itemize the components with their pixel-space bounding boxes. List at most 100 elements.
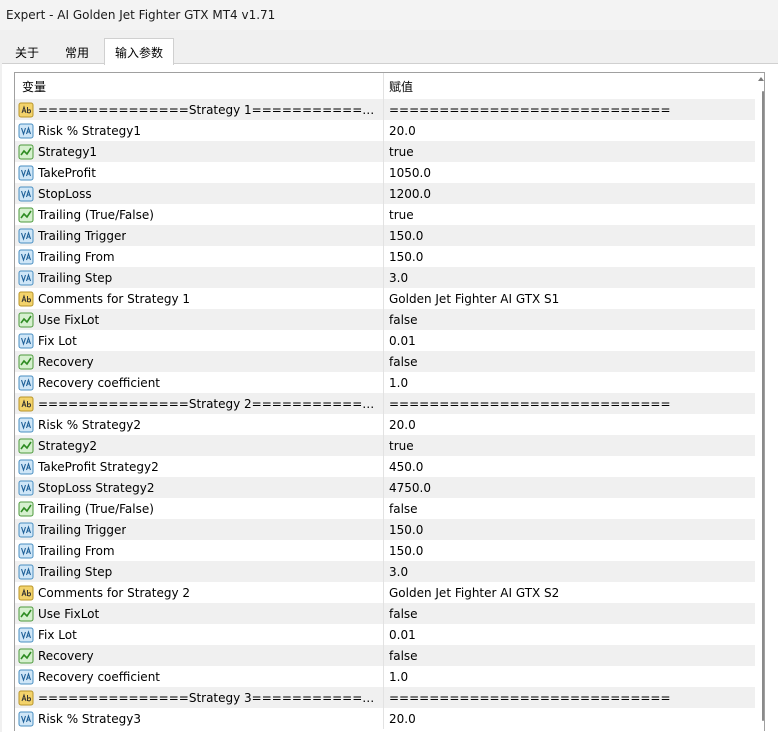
numeric-param-icon [18, 249, 34, 265]
table-row[interactable]: Recovery coefficient 1.0 [15, 372, 755, 393]
value-cell[interactable]: Golden Jet Fighter AI GTX S2 [384, 582, 755, 603]
value-cell[interactable]: false [384, 645, 755, 666]
value-cell[interactable]: 20.0 [384, 708, 755, 729]
value-cell[interactable]: 3.0 [384, 267, 755, 288]
variable-cell: Recovery coefficient [15, 372, 384, 393]
variable-cell: ===============Strategy 3===============… [15, 687, 384, 708]
table-row[interactable]: Trailing From 150.0 [15, 246, 755, 267]
table-row[interactable]: ===============Strategy 3===============… [15, 687, 755, 708]
variable-name: Strategy1 [38, 144, 98, 159]
table-row[interactable]: Use FixLot false [15, 603, 755, 624]
boolean-param-icon [18, 648, 34, 664]
variable-cell: Strategy1 [15, 141, 384, 162]
numeric-param-icon [18, 228, 34, 244]
variable-cell: TakeProfit [15, 162, 384, 183]
variable-cell: Use FixLot [15, 603, 384, 624]
value-cell[interactable]: 150.0 [384, 246, 755, 267]
table-row[interactable]: TakeProfit 1050.0 [15, 162, 755, 183]
scroll-up-icon[interactable] [758, 77, 764, 81]
value-cell[interactable]: ============================ [384, 687, 755, 708]
variable-cell: Use FixLot [15, 309, 384, 330]
value-cell[interactable]: 1.0 [384, 666, 755, 687]
tab-about[interactable]: 关于 [4, 40, 50, 64]
table-row[interactable]: Recovery coefficient 1.0 [15, 666, 755, 687]
numeric-param-icon [18, 480, 34, 496]
value-cell[interactable]: 150.0 [384, 225, 755, 246]
table-row[interactable]: Strategy1 true [15, 141, 755, 162]
value-cell[interactable]: 1200.0 [384, 183, 755, 204]
table-row[interactable]: Risk % Strategy1 20.0 [15, 120, 755, 141]
table-row[interactable]: TakeProfit Strategy2 450.0 [15, 456, 755, 477]
table-row[interactable]: StopLoss Strategy2 4750.0 [15, 477, 755, 498]
variable-name: Trailing (True/False) [38, 207, 154, 222]
table-row[interactable]: Trailing From 150.0 [15, 540, 755, 561]
value-cell[interactable]: Golden Jet Fighter AI GTX S1 [384, 288, 755, 309]
column-header-value[interactable]: 赋值 [384, 73, 755, 99]
table-row[interactable]: Trailing Trigger 150.0 [15, 225, 755, 246]
variable-cell: StopLoss [15, 183, 384, 204]
value-cell[interactable]: 0.01 [384, 624, 755, 645]
variable-name: Comments for Strategy 2 [38, 585, 191, 600]
scrollbar-thumb[interactable] [762, 91, 764, 721]
variable-name: Use FixLot [38, 606, 100, 621]
variable-cell: Comments for Strategy 2 [15, 582, 384, 603]
table-row[interactable]: Comments for Strategy 1 Golden Jet Fighte… [15, 288, 755, 309]
numeric-param-icon [18, 564, 34, 580]
value-cell[interactable]: ============================ [384, 99, 755, 120]
value-cell[interactable]: 20.0 [384, 414, 755, 435]
string-param-icon [18, 291, 34, 307]
table-row[interactable]: Trailing (True/False) false [15, 498, 755, 519]
tab-bar: 关于 常用 输入参数 [0, 36, 778, 65]
variable-name: Trailing From [38, 543, 115, 558]
value-cell[interactable]: true [384, 204, 755, 225]
table-row[interactable]: Trailing Trigger 150.0 [15, 519, 755, 540]
table-row[interactable]: Trailing (True/False) true [15, 204, 755, 225]
vertical-scrollbar[interactable] [755, 73, 764, 731]
table-row[interactable]: Risk % Strategy3 20.0 [15, 708, 755, 729]
value-cell[interactable]: 1050.0 [384, 162, 755, 183]
column-header-variable[interactable]: 变量 [15, 73, 384, 99]
boolean-param-icon [18, 354, 34, 370]
value-cell[interactable]: ============================ [384, 393, 755, 414]
variable-name: Recovery coefficient [38, 375, 161, 390]
table-row[interactable]: ===============Strategy 1===============… [15, 99, 755, 120]
value-cell[interactable]: true [384, 435, 755, 456]
value-cell[interactable]: 0.01 [384, 330, 755, 351]
variable-cell: Recovery [15, 645, 384, 666]
table-row[interactable]: ===============Strategy 2===============… [15, 393, 755, 414]
tab-inputs[interactable]: 输入参数 [104, 38, 175, 65]
variable-name: Strategy2 [38, 438, 98, 453]
variable-cell: Trailing (True/False) [15, 204, 384, 225]
variable-name: Trailing Step [38, 564, 113, 579]
tab-common[interactable]: 常用 [54, 40, 100, 64]
value-cell[interactable]: true [384, 141, 755, 162]
numeric-param-icon [18, 375, 34, 391]
variable-cell: Risk % Strategy1 [15, 120, 384, 141]
value-cell[interactable]: 20.0 [384, 120, 755, 141]
value-cell[interactable]: 3.0 [384, 561, 755, 582]
numeric-param-icon [18, 459, 34, 475]
table-row[interactable]: Recovery false [15, 645, 755, 666]
table-row[interactable]: Strategy2 true [15, 435, 755, 456]
table-row[interactable]: Fix Lot 0.01 [15, 624, 755, 645]
variable-cell: TakeProfit Strategy2 [15, 456, 384, 477]
value-cell[interactable]: false [384, 498, 755, 519]
table-row[interactable]: Trailing Step 3.0 [15, 267, 755, 288]
table-row[interactable]: Fix Lot 0.01 [15, 330, 755, 351]
value-cell[interactable]: 1.0 [384, 372, 755, 393]
table-row[interactable]: Comments for Strategy 2 Golden Jet Fighte… [15, 582, 755, 603]
value-cell[interactable]: false [384, 351, 755, 372]
value-cell[interactable]: 150.0 [384, 519, 755, 540]
value-cell[interactable]: 450.0 [384, 456, 755, 477]
value-cell[interactable]: 150.0 [384, 540, 755, 561]
value-cell[interactable]: 4750.0 [384, 477, 755, 498]
value-cell[interactable]: false [384, 603, 755, 624]
numeric-param-icon [18, 333, 34, 349]
string-param-icon [18, 396, 34, 412]
table-row[interactable]: Trailing Step 3.0 [15, 561, 755, 582]
table-row[interactable]: StopLoss 1200.0 [15, 183, 755, 204]
table-row[interactable]: Risk % Strategy2 20.0 [15, 414, 755, 435]
value-cell[interactable]: false [384, 309, 755, 330]
table-row[interactable]: Use FixLot false [15, 309, 755, 330]
table-row[interactable]: Recovery false [15, 351, 755, 372]
